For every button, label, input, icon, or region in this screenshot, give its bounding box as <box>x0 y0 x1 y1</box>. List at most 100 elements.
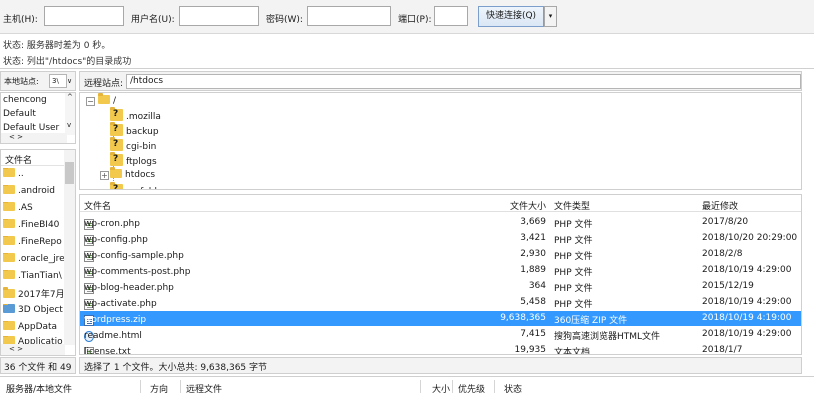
table-row[interactable]: wp-config-sample.php 2,930 PHP 文件 2018/2… <box>80 247 801 262</box>
file-modified: 2015/12/19 <box>702 281 754 291</box>
collapse-toggle-icon[interactable]: − <box>86 97 95 106</box>
tree-item-root[interactable]: / <box>98 93 116 106</box>
unknown-folder-icon <box>110 182 123 189</box>
list-item[interactable]: .oracle_jre <box>3 253 65 268</box>
local-file-list[interactable]: 文件名 .. .android .AS .FineBI40 .FineRepo … <box>0 149 76 356</box>
horizontal-scrollbar[interactable]: < > <box>1 344 65 355</box>
column-header-size[interactable]: 文件大小 <box>510 199 546 212</box>
column-header-type[interactable]: 文件类型 <box>554 199 590 212</box>
file-size: 7,415 <box>520 329 546 339</box>
local-site-dropdown-icon[interactable]: ∨ <box>67 74 75 88</box>
folder-icon <box>3 219 15 228</box>
folder-icon <box>110 167 122 178</box>
remote-file-list[interactable]: 文件名 文件大小 文件类型 最近修改 wp-cron.php 3,669 PHP… <box>79 194 802 355</box>
column-divider <box>452 380 453 393</box>
list-item[interactable]: .AS <box>3 202 65 217</box>
file-name: .FineBI40 <box>18 220 60 230</box>
horizontal-scrollbar[interactable]: < > <box>1 133 67 143</box>
scroll-arrows-icon[interactable]: < > <box>9 133 23 141</box>
file-size: 364 <box>528 281 546 291</box>
host-input[interactable] <box>44 6 124 26</box>
queue-column-server-local-file[interactable]: 服务器/本地文件 <box>6 382 72 395</box>
queue-column-status[interactable]: 状态 <box>504 382 522 395</box>
file-type: PHP 文件 <box>554 252 593 262</box>
file-name-text: wp-config-sample.php <box>84 251 184 261</box>
queue-column-size[interactable]: 大小 <box>432 382 450 395</box>
list-item[interactable]: .TianTian\ <box>3 270 65 285</box>
column-header-modified[interactable]: 最近修改 <box>702 199 738 212</box>
remote-status-bar: 选择了 1 个文件。大小总共: 9,638,365 字节 <box>79 357 802 374</box>
file-name-text: wp-comments-post.php <box>84 267 191 277</box>
local-site-path-input[interactable]: 3\ <box>49 74 67 88</box>
local-directory-tree[interactable]: chencong Default Default User ^ v < > <box>0 92 76 144</box>
queue-column-priority[interactable]: 优先级 <box>458 382 485 395</box>
expand-toggle-icon[interactable]: + <box>100 171 109 180</box>
password-input[interactable] <box>307 6 391 26</box>
file-name: 2017年7月 <box>18 290 65 300</box>
list-item[interactable]: .. <box>3 168 65 183</box>
remote-site-path-input[interactable]: /htdocs <box>126 74 801 89</box>
tree-item-label: cgi-bin <box>126 142 157 152</box>
tree-item[interactable]: backup <box>110 122 159 137</box>
list-item[interactable]: .FineRepo <box>3 236 65 251</box>
scroll-up-icon[interactable]: ^ <box>67 93 73 101</box>
list-item[interactable]: AppData <box>3 321 65 336</box>
list-item[interactable]: 3D Object <box>3 304 65 319</box>
tree-item[interactable]: Default User <box>3 123 59 133</box>
tree-item[interactable]: myfolder <box>110 182 166 189</box>
queue-column-direction[interactable]: 方向 <box>150 382 168 395</box>
username-input[interactable] <box>179 6 259 26</box>
file-size: 5,458 <box>520 297 546 307</box>
quickconnect-dropdown-icon[interactable]: ▾ <box>544 6 557 27</box>
tree-item[interactable]: Default <box>3 109 36 119</box>
file-name-text: wp-config.php <box>84 235 148 245</box>
3d-objects-folder-icon <box>3 304 15 313</box>
file-name: .FineRepo <box>18 237 62 247</box>
file-modified: 2018/10/19 4:29:00 <box>702 265 792 275</box>
table-row-selected[interactable]: wordpress.zip 9,638,365 360压缩 ZIP 文件 201… <box>80 311 801 326</box>
table-row[interactable]: license.txt 19,935 文本文档 2018/1/7 <box>80 343 801 354</box>
tree-item[interactable]: ftplogs <box>110 152 157 167</box>
column-header-filename[interactable]: 文件名 <box>84 199 111 212</box>
tree-item[interactable]: chencong <box>3 95 47 105</box>
transfer-queue[interactable]: 服务器/本地文件 方向 远程文件 大小 优先级 状态 <box>0 376 814 418</box>
table-row[interactable]: readme.html 7,415 搜狗高速浏览器HTML文件 2018/10/… <box>80 327 801 342</box>
file-modified: 2018/10/19 4:29:00 <box>702 297 792 307</box>
table-row[interactable]: wp-cron.php 3,669 PHP 文件 2017/8/20 <box>80 215 801 230</box>
quickconnect-button[interactable]: 快速连接(Q) <box>478 6 544 27</box>
tree-item[interactable]: cgi-bin <box>110 137 157 152</box>
remote-directory-tree[interactable]: − / .mozilla backup cgi-bin ftplogs + ht… <box>79 92 802 190</box>
file-modified: 2018/10/19 4:29:00 <box>702 329 792 339</box>
port-input[interactable] <box>434 6 468 26</box>
file-name: .android <box>18 186 56 196</box>
table-row[interactable]: wp-comments-post.php 1,889 PHP 文件 2018/1… <box>80 263 801 278</box>
file-size: 3,669 <box>520 217 546 227</box>
file-name: .AS <box>18 203 33 213</box>
file-modified: 2018/10/19 4:19:00 <box>702 313 792 323</box>
queue-column-remote-file[interactable]: 远程文件 <box>186 382 222 395</box>
scroll-down-icon[interactable]: v <box>67 121 71 129</box>
tree-item[interactable]: .mozilla <box>110 107 161 122</box>
vertical-scrollbar[interactable] <box>64 150 75 345</box>
vertical-scrollbar[interactable]: ^ v <box>65 93 75 135</box>
log-line: 状态: 服务器时差为 0 秒。 <box>3 41 111 51</box>
remote-list-header: 文件名 文件大小 文件类型 最近修改 <box>80 195 801 212</box>
file-modified: 2018/2/8 <box>702 249 743 259</box>
list-item[interactable]: .android <box>3 185 65 200</box>
list-item[interactable]: 2017年7月 <box>3 287 65 302</box>
folder-icon <box>3 236 15 245</box>
column-divider <box>420 380 421 393</box>
list-item[interactable]: .FineBI40 <box>3 219 65 234</box>
scroll-thumb[interactable] <box>65 162 74 184</box>
table-row[interactable]: wp-blog-header.php 364 PHP 文件 2015/12/19 <box>80 279 801 294</box>
scroll-arrows-icon[interactable]: < > <box>9 345 23 353</box>
table-row[interactable]: wp-config.php 3,421 PHP 文件 2018/10/20 20… <box>80 231 801 246</box>
quickconnect-bar: 主机(H): 用户名(U): 密码(W): 端口(P): 快速连接(Q) ▾ <box>0 0 814 34</box>
message-log: 状态: 服务器时差为 0 秒。 状态: 列出"/htdocs"的目录成功 <box>0 35 814 69</box>
file-type: PHP 文件 <box>554 284 593 294</box>
table-row[interactable]: wp-activate.php 5,458 PHP 文件 2018/10/19 … <box>80 295 801 310</box>
tree-item[interactable]: htdocs <box>110 167 155 180</box>
file-modified: 2017/8/20 <box>702 217 749 227</box>
column-header-filename[interactable]: 文件名 <box>1 150 65 166</box>
file-size: 9,638,365 <box>500 313 546 323</box>
